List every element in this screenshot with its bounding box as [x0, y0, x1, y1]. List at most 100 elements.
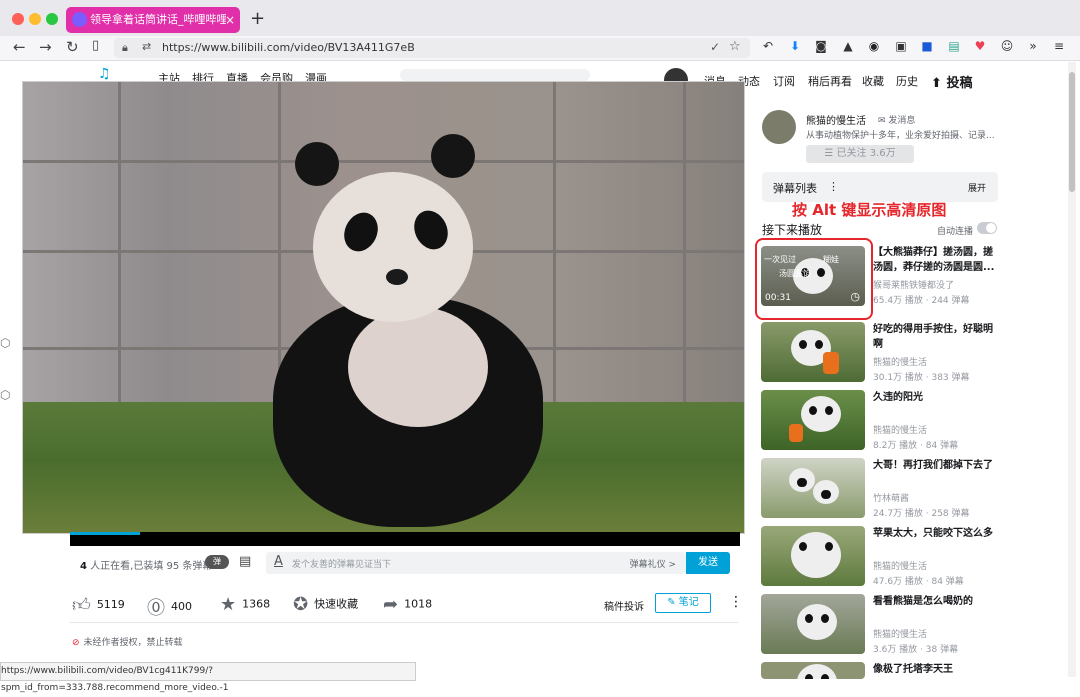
bilibili-logo[interactable]: ♫	[98, 66, 111, 82]
bookmark-star-icon[interactable]: ☆	[729, 39, 741, 54]
star-plus-icon: ✪	[293, 594, 309, 615]
recommendation-thumbnail[interactable]	[761, 322, 865, 382]
nav-watch-later[interactable]: 稍后再看	[808, 73, 852, 89]
browser-tab-active[interactable]: 领导拿着话筒讲话_哔哩哔哩_bilibili ×	[66, 7, 240, 33]
save-icon[interactable]: ▤	[946, 38, 962, 54]
recommendation-author[interactable]: 熊猫的慢生活	[873, 559, 927, 572]
maximize-window-button[interactable]	[46, 13, 58, 25]
danmu-list-expand[interactable]: 展开	[968, 181, 986, 194]
recommendation-stats: 24.7万 播放 · 258 弹幕	[873, 509, 970, 519]
danmu-list-panel[interactable]: 弹幕列表 ⋮ 展开	[762, 172, 998, 202]
recommendation-title[interactable]: 【大熊猫莽仔】搓汤圆，搓汤圆，莽仔搓的汤圆是圆...	[873, 245, 999, 275]
bitwarden-icon[interactable]: ■	[919, 38, 935, 54]
upload-label: 投稿	[946, 76, 973, 91]
recommendation-thumbnail[interactable]	[761, 390, 865, 450]
extension-face-icon[interactable]: ☺	[999, 38, 1015, 54]
url-text[interactable]: https://www.bilibili.com/video/BV13A411G…	[162, 41, 415, 54]
recommendation-title[interactable]: 好吃的得用手按住，好聪明啊	[873, 322, 999, 352]
recommendation-title[interactable]: 苹果太大，只能咬下这么多	[873, 526, 999, 541]
screenshot-icon[interactable]: ◙	[813, 38, 829, 54]
recommendation-title[interactable]: 像极了托塔李天王	[873, 662, 999, 677]
highlight-box	[755, 238, 873, 320]
danmu-list-more-icon[interactable]: ⋮	[828, 180, 839, 193]
nav-subscriptions[interactable]: 订阅	[773, 73, 795, 89]
send-message-label: 发消息	[888, 116, 916, 126]
report-link[interactable]: 稿件投诉	[604, 598, 644, 613]
upload-arrow-icon: ⬆	[931, 76, 942, 91]
hamburger-menu-icon[interactable]: ≡	[1051, 38, 1067, 54]
quick-favorite-label: 快速收藏	[314, 597, 359, 611]
circle-extension-icon[interactable]: ◉	[866, 38, 882, 54]
uploader-name[interactable]: 熊猫的慢生活	[806, 112, 866, 127]
rocket-icon[interactable]: ▲	[840, 38, 856, 54]
recommendation-thumbnail[interactable]	[761, 594, 865, 654]
minimize-window-button[interactable]	[29, 13, 41, 25]
recommendation-stats: 30.1万 播放 · 383 弹幕	[873, 373, 970, 383]
status-bar-url: https://www.bilibili.com/video/BV1cg411K…	[0, 662, 416, 693]
recommendation-thumbnail[interactable]	[761, 458, 865, 518]
hexagon-icon-2[interactable]: ⬡	[0, 388, 10, 402]
recommendation-author[interactable]: 竹林萌酱	[873, 491, 909, 504]
back-arrow-icon[interactable]: ←	[13, 38, 26, 56]
favorite-count: 1368	[242, 597, 271, 611]
danmu-input[interactable]: A 发个友善的弹幕见证当下 弹幕礼仪 >	[266, 552, 686, 574]
hexagon-icon[interactable]: ⬡	[0, 336, 10, 350]
uploader-avatar[interactable]	[762, 110, 796, 144]
follow-button[interactable]: ☰ 已关注 3.6万	[806, 145, 914, 163]
recommendation-author[interactable]: 熊猫的慢生活	[873, 355, 927, 368]
favorite-button[interactable]: ★ 1368	[220, 594, 270, 615]
star-icon: ★	[220, 594, 237, 615]
page-scrollbar[interactable]	[1068, 62, 1076, 677]
notes-button[interactable]: ✎ 笔记	[655, 593, 711, 613]
nav-history[interactable]: 历史	[896, 73, 918, 89]
reload-icon[interactable]: ↻	[66, 38, 79, 56]
share-count: 1018	[404, 597, 433, 611]
notes-label: 笔记	[678, 597, 699, 608]
close-window-button[interactable]	[12, 13, 24, 25]
recommendation-thumbnail[interactable]	[761, 526, 865, 586]
reader-view-icon[interactable]: ▯	[92, 38, 99, 53]
search-input[interactable]	[400, 69, 590, 81]
send-message-link[interactable]: ✉ 发消息	[878, 113, 915, 126]
overflow-chevron-icon[interactable]: »	[1025, 38, 1041, 54]
recommendation-title[interactable]: 看看熊猫是怎么喝奶的	[873, 594, 999, 609]
check-icon[interactable]: ✓	[710, 40, 720, 54]
recommendation-author[interactable]: 熊猫的慢生活	[873, 423, 927, 436]
text-style-icon[interactable]: A	[274, 554, 283, 569]
recommendation-thumbnail[interactable]	[761, 662, 865, 679]
container-icon[interactable]: ▣	[893, 38, 909, 54]
danmu-etiquette-link[interactable]: 弹幕礼仪 >	[630, 557, 676, 570]
recommendation-title[interactable]: 大哥！再打我们都掉下去了	[873, 458, 999, 473]
more-options-icon[interactable]: ⋮	[729, 594, 743, 610]
mail-icon: ✉	[878, 116, 889, 126]
permissions-icon[interactable]: ⇄	[142, 40, 151, 53]
danmu-placeholder: 发个友善的弹幕见证当下	[292, 560, 392, 570]
forward-arrow-icon[interactable]: →	[39, 38, 52, 56]
lock-icon[interactable]: 🔒︎	[122, 41, 128, 55]
nav-favorites[interactable]: 收藏	[862, 73, 884, 89]
video-frame-image[interactable]	[22, 81, 745, 534]
video-progress-bar[interactable]	[70, 532, 740, 546]
coin-button[interactable]: ⓪ 400	[147, 594, 192, 620]
pocket-icon[interactable]: ♥	[972, 38, 988, 54]
sync-icon[interactable]: ↶	[760, 38, 776, 54]
danmu-settings-icon[interactable]: ▤	[239, 554, 251, 569]
tab-title: 领导拿着话筒讲话_哔哩哔哩_bilibili	[90, 13, 226, 26]
danmu-toggle[interactable]: 弹	[205, 555, 229, 569]
share-button[interactable]: ➦ 1018	[383, 594, 432, 615]
upload-button[interactable]: ⬆ 投稿	[931, 72, 972, 91]
recommendation-title[interactable]: 久违的阳光	[873, 390, 999, 405]
send-danmu-button[interactable]: 发送	[686, 552, 730, 574]
like-button[interactable]: 👍︎ 5119	[72, 594, 125, 616]
danmu-list-title: 弹幕列表	[773, 182, 817, 195]
download-icon[interactable]: ⬇	[787, 38, 803, 54]
recommendation-author[interactable]: 熊猫的慢生活	[873, 627, 927, 640]
new-tab-button[interactable]: +	[250, 8, 265, 29]
quick-favorite-button[interactable]: ✪ 快速收藏	[293, 594, 358, 615]
autoplay-label: 自动连播	[937, 227, 974, 237]
tab-close-icon[interactable]: ×	[225, 7, 235, 33]
recommendation-stats: 65.4万 播放 · 244 弹幕	[873, 296, 970, 306]
share-arrow-icon: ➦	[383, 594, 399, 615]
recommendation-author[interactable]: 猴哥莱熊铁锤都没了	[873, 278, 954, 291]
autoplay-toggle[interactable]	[977, 222, 997, 234]
